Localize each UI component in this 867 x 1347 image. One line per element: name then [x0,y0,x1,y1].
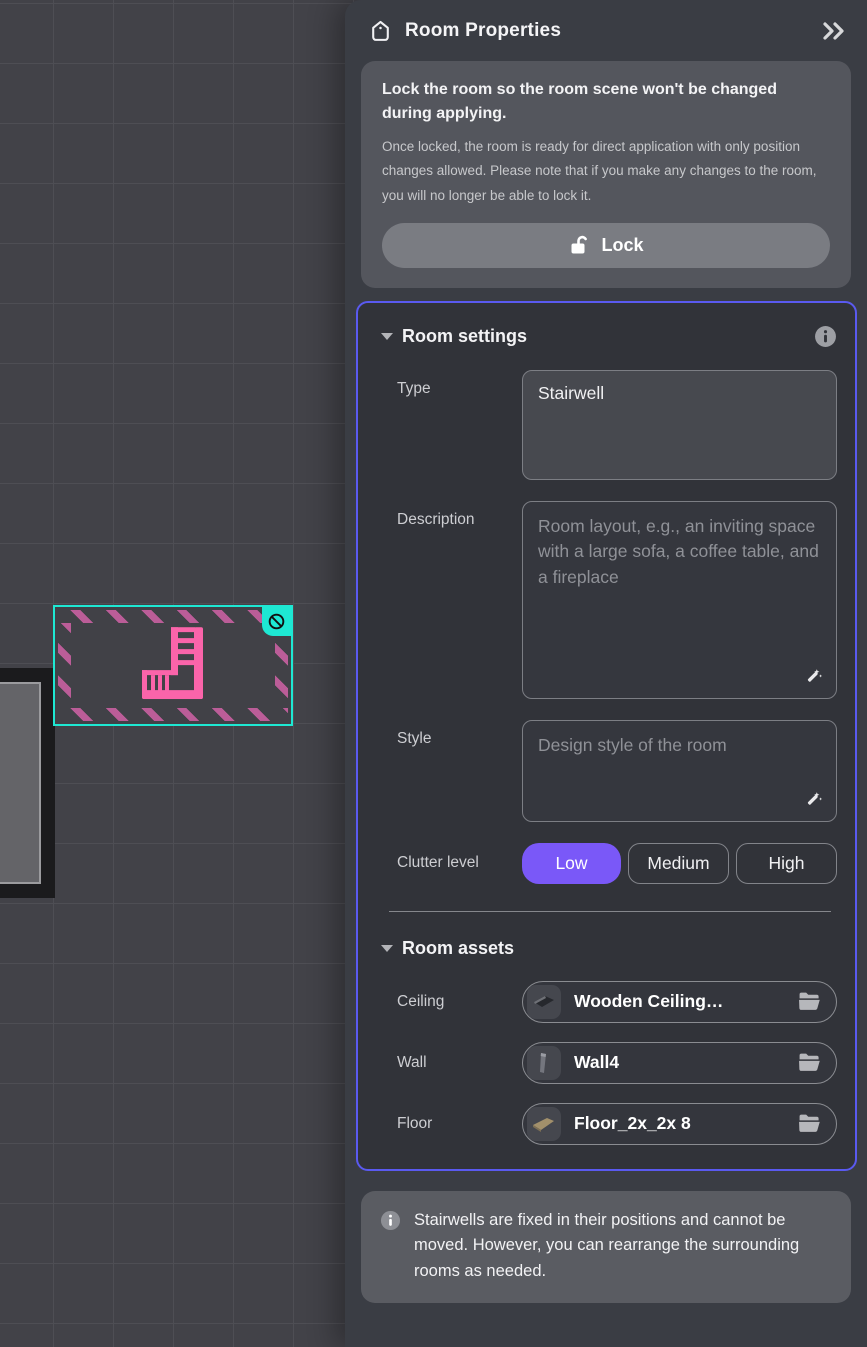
ceiling-row: Ceiling Wooden Ceiling… [376,981,837,1023]
hatch-border-bottom [58,708,288,721]
ceiling-asset-field[interactable]: Wooden Ceiling… [522,981,837,1023]
room-locked-position-badge [262,607,291,636]
wall-asset-field[interactable]: Wall4 [522,1042,837,1084]
magic-wand-icon[interactable] [802,789,824,811]
section-divider [389,911,831,912]
description-label: Description [376,501,522,699]
adjacent-room[interactable] [0,668,55,898]
lock-button-label: Lock [601,235,643,256]
folder-icon[interactable] [798,991,821,1012]
description-input[interactable] [523,502,836,698]
ceiling-label: Ceiling [376,993,522,1011]
style-label: Style [376,720,522,822]
floor-row: Floor Floor_2x_2x 8 [376,1103,837,1145]
room-settings-section: Room settings Type Stairwell Description [356,301,857,1171]
description-row: Description [376,501,837,699]
clutter-option-medium[interactable]: Medium [628,843,729,884]
lock-button[interactable]: Lock [382,223,830,268]
floor-thumbnail [527,1107,561,1141]
room-assets-title: Room assets [402,938,837,959]
stairwell-info-text: Stairwells are fixed in their positions … [414,1208,832,1285]
room-properties-panel: Room Properties Lock the room so the roo… [345,0,867,1347]
stairs-icon [142,627,204,699]
wall-row: Wall Wall4 [376,1042,837,1084]
hatch-border-top [58,610,288,623]
info-icon[interactable] [814,325,837,348]
floor-asset-field[interactable]: Floor_2x_2x 8 [522,1103,837,1145]
unlock-icon [568,234,590,256]
lock-card-body: Once locked, the room is ready for direc… [382,135,830,208]
style-row: Style [376,720,837,822]
type-row: Type Stairwell [376,370,837,480]
magic-wand-icon[interactable] [802,666,824,688]
room-settings-title: Room settings [402,326,805,347]
panel-header: Room Properties [345,0,867,55]
stairwell-info-card: Stairwells are fixed in their positions … [361,1191,851,1303]
folder-icon[interactable] [798,1113,821,1134]
collapse-panel-button[interactable] [821,20,847,42]
page-title: Room Properties [405,20,809,42]
style-input[interactable] [523,721,836,821]
hatch-border-left [58,623,71,708]
selected-stairwell-room[interactable] [53,605,293,726]
no-entry-icon [267,612,286,631]
clutter-option-low[interactable]: Low [522,843,621,884]
room-settings-header[interactable]: Room settings [376,325,837,348]
collapse-triangle-icon [381,945,393,952]
floor-label: Floor [376,1115,522,1133]
wall-asset-name: Wall4 [574,1052,785,1073]
lock-card-title: Lock the room so the room scene won't be… [382,78,830,126]
clutter-option-high[interactable]: High [736,843,837,884]
clutter-row: Clutter level Low Medium High [376,843,837,884]
home-icon [368,18,393,43]
info-icon [380,1210,401,1285]
clutter-level-group: Low Medium High [522,843,837,884]
collapse-triangle-icon [381,333,393,340]
room-assets-header[interactable]: Room assets [376,938,837,959]
ceiling-asset-name: Wooden Ceiling… [574,991,785,1012]
type-field[interactable]: Stairwell [522,370,837,480]
lock-info-card: Lock the room so the room scene won't be… [361,61,851,288]
clutter-label: Clutter level [376,854,522,872]
floor-asset-name: Floor_2x_2x 8 [574,1113,785,1134]
folder-icon[interactable] [798,1052,821,1073]
type-label: Type [376,370,522,480]
ceiling-thumbnail [527,985,561,1019]
wall-thumbnail [527,1046,561,1080]
wall-label: Wall [376,1054,522,1072]
